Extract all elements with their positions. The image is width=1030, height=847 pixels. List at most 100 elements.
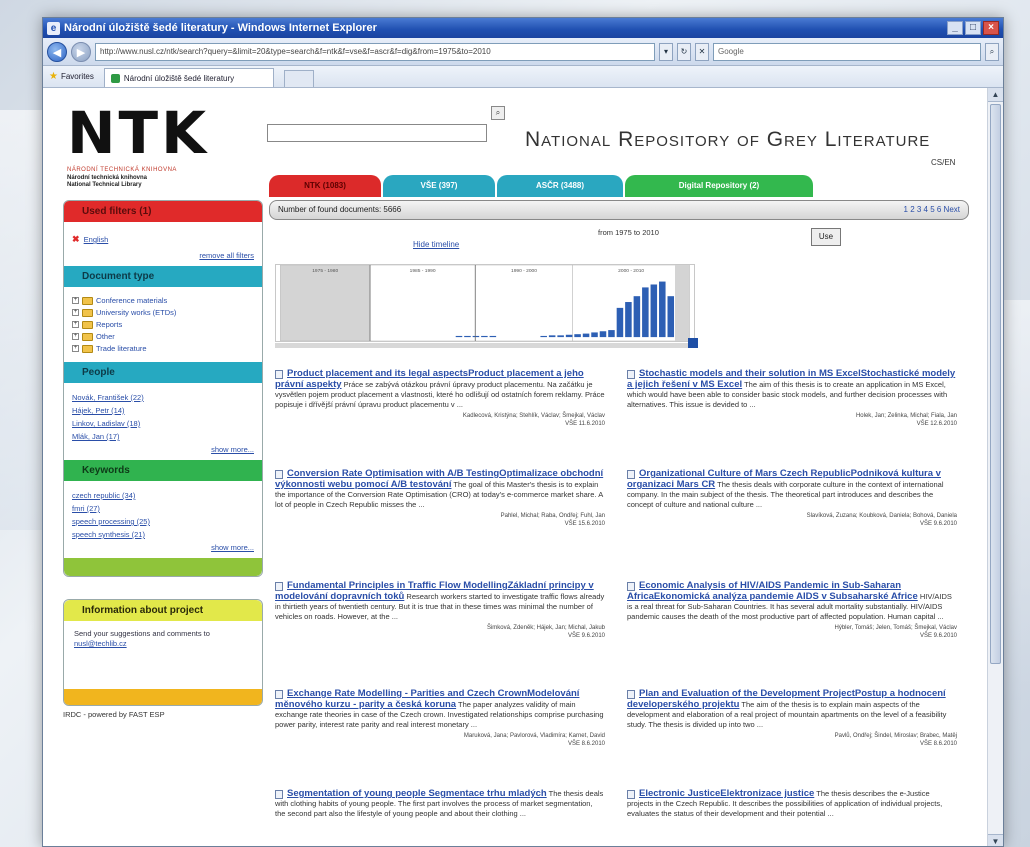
scroll-up-arrow[interactable]: ▲ <box>988 88 1003 102</box>
result-title-link[interactable]: Segmentation of young people Segmentace … <box>287 788 547 799</box>
tab-vse[interactable]: VŠE (397) <box>383 175 495 197</box>
tab-ntk[interactable]: NTK (1083) <box>269 175 381 197</box>
timeline-bar <box>472 335 480 338</box>
keyword-link[interactable]: speech processing (25) <box>72 517 150 526</box>
person-link[interactable]: Novák, František (22) <box>72 393 144 402</box>
result-item: Conversion Rate Optimisation with A/B Te… <box>275 468 605 528</box>
tree-item[interactable]: + Trade literature <box>72 344 254 353</box>
tab-ascr[interactable]: ASČR (3488) <box>497 175 623 197</box>
document-icon <box>627 581 635 591</box>
person-link[interactable]: Hájek, Petr (14) <box>72 406 125 415</box>
document-icon <box>275 581 283 591</box>
browser-window: e Národní úložiště šedé literatury - Win… <box>42 17 1004 847</box>
timeline-chart[interactable]: 1975 - 1980 1985 - 1990 1990 - 2000 2000 - … <box>275 264 695 342</box>
use-range-button[interactable]: Use <box>811 228 841 246</box>
timeline-bar <box>481 335 488 338</box>
tree-item-label: Conference materials <box>96 296 168 305</box>
result-title-link[interactable]: Economic Analysis of HIV/AIDS Pandemic i… <box>627 580 918 602</box>
timeline-bar <box>659 281 666 338</box>
search-icon[interactable]: ⌕ <box>985 42 999 61</box>
favorites-button[interactable]: ★ Favorites <box>49 71 94 87</box>
url-input[interactable]: http://www.nusl.cz/ntk/search?query=&lim… <box>95 42 655 61</box>
ntk-logo[interactable]: NTK <box>67 104 209 162</box>
timeline-bar <box>633 296 641 338</box>
facet-box: Used filters (1) ✖ English remove all fi… <box>63 200 263 577</box>
expand-icon[interactable]: + <box>72 297 79 304</box>
contact-email-link[interactable]: nusl@techlib.cz <box>74 639 127 648</box>
tab-digital-repository[interactable]: Digital Repository (2) <box>625 175 813 197</box>
timeline-handle[interactable] <box>688 338 698 348</box>
remove-all-filters-link[interactable]: remove all filters <box>199 251 254 260</box>
result-item: Stochastic models and their solution in … <box>627 368 957 428</box>
tree-item[interactable]: + Reports <box>72 320 254 329</box>
person-link[interactable]: Linkov, Ladislav (18) <box>72 419 140 428</box>
timeline-bar <box>599 331 607 338</box>
result-meta: Kadlecová, Kristýna; Stehlík, Václav; Šm… <box>462 413 605 427</box>
vertical-scrollbar[interactable]: ▲ ▼ <box>987 88 1003 846</box>
used-filter-link[interactable]: English <box>84 235 109 244</box>
result-meta: Pavlů, Ondřej; Šindel, Miroslav; Brabec,… <box>834 733 957 747</box>
person-link[interactable]: Mlák, Jan (17) <box>72 432 120 441</box>
timeline-bar <box>574 334 581 338</box>
timeline-bar <box>650 284 658 338</box>
expand-icon[interactable]: + <box>72 321 79 328</box>
tree-item[interactable]: + University works (ETDs) <box>72 308 254 317</box>
document-type-header: Document type <box>64 266 262 287</box>
language-switch[interactable]: CS/EN <box>931 158 955 167</box>
expand-icon[interactable]: + <box>72 333 79 340</box>
timeline-bar <box>667 296 675 338</box>
pagination[interactable]: 1 2 3 4 5 6 Next <box>904 201 960 219</box>
people-header: People <box>64 362 262 383</box>
used-filter: ✖ English <box>72 234 108 245</box>
used-filters-body: ✖ English remove all filters <box>64 222 262 266</box>
site-search-button[interactable]: ⌕ <box>491 106 505 120</box>
people-show-more-link[interactable]: show more... <box>211 445 254 454</box>
logo-subtitle-en: National Technical Library <box>67 182 142 188</box>
window-title: Národní úložiště šedé literatury - Windo… <box>64 22 377 34</box>
document-icon <box>275 369 283 379</box>
maximize-button[interactable]: □ <box>965 21 981 35</box>
timeline-bar <box>625 302 632 338</box>
timeline-bar <box>540 335 547 338</box>
keywords-header: Keywords <box>64 460 262 481</box>
expand-icon[interactable]: + <box>72 345 79 352</box>
timeline-scrollbar[interactable] <box>275 343 695 348</box>
new-tab-button[interactable] <box>283 70 314 87</box>
folder-icon <box>82 332 93 341</box>
page-content: NTK NÁRODNÍ TECHNICKÁ KNIHOVNA Národní t… <box>43 88 989 846</box>
document-icon <box>627 789 635 799</box>
timeline-segment-label: 1975 - 1980 <box>312 268 338 274</box>
result-title-link[interactable]: Electronic JusticeElektronizace justice <box>639 788 814 799</box>
remove-filter-icon[interactable]: ✖ <box>72 234 80 244</box>
info-box: Information about project Send your sugg… <box>63 599 263 706</box>
result-item: Fundamental Principles in Traffic Flow M… <box>275 580 605 640</box>
hide-timeline-link[interactable]: Hide timeline <box>413 240 459 249</box>
info-text: Send your suggestions and comments to <box>74 629 210 638</box>
expand-icon[interactable]: + <box>72 309 79 316</box>
back-button[interactable]: ◀ <box>47 41 67 62</box>
stop-icon[interactable]: ✕ <box>695 42 709 61</box>
powered-by: IRDC - powered by FAST ESP <box>63 710 165 719</box>
site-search-input[interactable] <box>267 124 487 142</box>
keywords-show-more-link[interactable]: show more... <box>211 543 254 552</box>
document-icon <box>627 469 635 479</box>
keyword-link[interactable]: speech synthesis (21) <box>72 530 145 539</box>
timeline-segment-label: 1985 - 1990 <box>410 268 436 274</box>
keyword-link[interactable]: czech republic (34) <box>72 491 135 500</box>
scroll-thumb[interactable] <box>990 104 1001 664</box>
close-button[interactable]: × <box>983 21 999 35</box>
browser-tab[interactable]: Národní úložiště šedé literatury <box>103 68 274 87</box>
search-input[interactable]: Google <box>713 42 981 61</box>
minimize-button[interactable]: _ <box>947 21 963 35</box>
refresh-icon[interactable]: ↻ <box>677 42 691 61</box>
tree-item[interactable]: + Other <box>72 332 254 341</box>
folder-icon <box>82 308 93 317</box>
sidebar: Used filters (1) ✖ English remove all fi… <box>63 200 263 719</box>
url-dropdown-button[interactable]: ▾ <box>659 42 673 61</box>
forward-button[interactable]: ▶ <box>71 41 91 62</box>
tree-item[interactable]: + Conference materials <box>72 296 254 305</box>
scroll-down-arrow[interactable]: ▼ <box>988 834 1003 846</box>
keyword-link[interactable]: fmri (27) <box>72 504 100 513</box>
result-meta: Pahlel, Michal; Raba, Ondřej; Fuhl, Jan … <box>500 513 605 527</box>
results-count: Number of found documents: 5666 <box>278 205 402 214</box>
